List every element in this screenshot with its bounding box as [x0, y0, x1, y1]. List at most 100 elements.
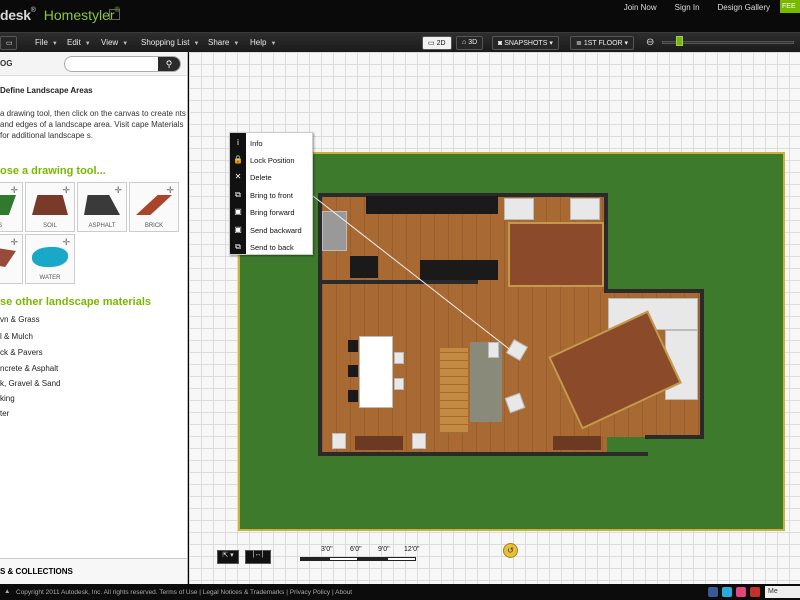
material-water[interactable]: ter	[0, 409, 9, 418]
menu-view[interactable]: View ▼	[101, 38, 128, 47]
menu-edit[interactable]: Edit ▼	[67, 38, 91, 47]
grass-swatch	[0, 195, 16, 215]
dining-chair[interactable]	[348, 365, 358, 377]
brick-swatch	[136, 195, 172, 215]
menu-help-label: Help	[250, 38, 267, 47]
youtube-icon[interactable]	[750, 587, 760, 597]
scale-segment	[387, 557, 416, 561]
context-menu-send-to-back[interactable]: ⧉ Send to back	[230, 239, 314, 256]
tool-soil[interactable]: ✛ SOIL	[25, 182, 75, 232]
kitchen-island[interactable]	[420, 260, 498, 280]
tool-label: SS	[0, 223, 22, 229]
search-icon[interactable]: ⚲	[158, 57, 180, 71]
armchair[interactable]	[570, 198, 600, 220]
menu-share[interactable]: Share ▼	[208, 38, 239, 47]
console-table[interactable]	[553, 436, 601, 450]
window-toggle-icon[interactable]	[109, 9, 120, 20]
design-gallery-link[interactable]: Design Gallery	[718, 3, 770, 12]
fridge[interactable]	[322, 211, 347, 251]
send-backward-label: Send backward	[250, 226, 302, 235]
tool-grass[interactable]: ✛ SS	[0, 182, 23, 232]
section-description: a drawing tool, then click on the canvas…	[0, 109, 186, 140]
chevron-down-icon: ▼	[233, 41, 240, 47]
join-now-link[interactable]: Join Now	[624, 3, 657, 12]
lock-position-label: Lock Position	[250, 156, 295, 165]
chevron-down-icon: ▼	[122, 41, 129, 47]
dining-chair[interactable]	[394, 352, 404, 364]
bring-forward-icon: ▣	[234, 207, 242, 216]
context-menu-send-backward[interactable]: ▣ Send backward	[230, 222, 314, 239]
living-north-wall	[604, 289, 704, 293]
asphalt-swatch	[84, 195, 120, 215]
send-to-back-icon: ⧉	[235, 242, 241, 251]
plus-icon: ✛	[166, 185, 174, 195]
range-oven[interactable]	[350, 256, 378, 278]
tool-brick[interactable]: ✛ BRICK	[129, 182, 179, 232]
menu-help[interactable]: Help ▼	[250, 38, 276, 47]
dining-chair[interactable]	[394, 378, 404, 390]
pan-tool-button[interactable]: ⇱ ▾	[217, 550, 239, 564]
snapshots-button[interactable]: ◙ SNAPSHOTS ▾	[492, 36, 559, 50]
material-lawn-grass[interactable]: vn & Grass	[0, 315, 40, 324]
bring-forward-label: Bring forward	[250, 208, 295, 217]
zoom-slider-thumb[interactable]	[676, 36, 683, 46]
tool-rock[interactable]: ✛K	[0, 234, 23, 284]
plus-icon: ✛	[10, 237, 18, 247]
flickr-icon[interactable]	[736, 587, 746, 597]
dining-chair[interactable]	[348, 390, 358, 402]
context-menu-lock-position[interactable]: 🔒 Lock Position	[230, 152, 314, 169]
living-east-wall	[700, 289, 704, 439]
menu-file[interactable]: File ▼	[35, 38, 58, 47]
feedback-button[interactable]: FEE	[780, 0, 800, 13]
context-menu-delete[interactable]: ✕ Delete	[230, 169, 314, 186]
close-icon: ✕	[234, 172, 242, 181]
dining-table[interactable]	[359, 336, 393, 408]
menu-shopping-list[interactable]: Shopping List ▼	[141, 38, 199, 47]
hall-chair[interactable]	[488, 342, 499, 358]
myspace-button[interactable]: Me	[765, 586, 800, 598]
material-concrete-asphalt[interactable]: ncrete & Asphalt	[0, 364, 58, 373]
info-label: Info	[250, 139, 263, 148]
material-soil-mulch[interactable]: l & Mulch	[0, 332, 33, 341]
send-to-back-label: Send to back	[250, 243, 294, 252]
den-rug[interactable]	[508, 222, 604, 287]
app-logo[interactable]: desk® Homestyler®	[0, 7, 120, 23]
sign-in-link[interactable]: Sign In	[675, 3, 700, 12]
collections-tab[interactable]: S & COLLECTIONS	[0, 558, 187, 584]
staircase[interactable]	[440, 348, 468, 433]
tool-water[interactable]: ✛ WATER	[25, 234, 75, 284]
view-3d-button[interactable]: ⌂ 3D	[456, 36, 484, 50]
lock-icon: 🔒	[233, 155, 243, 164]
context-menu-bring-to-front[interactable]: ⧉ Bring to front	[230, 187, 314, 204]
console-table[interactable]	[355, 436, 403, 450]
scale-segment	[358, 557, 387, 561]
product-name: Homestyler	[43, 7, 115, 23]
twitter-icon[interactable]	[722, 587, 732, 597]
dining-chair[interactable]	[348, 340, 358, 352]
tool-label: SOIL	[43, 223, 57, 229]
menu-share-label: Share	[208, 38, 230, 47]
tool-asphalt[interactable]: ✛ ASPHALT	[77, 182, 127, 232]
menu-view-label: View	[101, 38, 119, 47]
materials-heading: se other landscape materials	[0, 296, 152, 308]
context-menu-info[interactable]: i Info	[230, 135, 314, 152]
view-2d-button[interactable]: ▭ 2D	[422, 36, 452, 50]
measure-tool-button[interactable]: |↔|	[245, 550, 271, 564]
facebook-icon[interactable]	[708, 587, 718, 597]
menu-edit-label: Edit	[67, 38, 81, 47]
side-chair[interactable]	[332, 433, 346, 449]
material-brick-pavers[interactable]: ck & Pavers	[0, 348, 43, 357]
panel-tag: OG	[0, 59, 13, 68]
compass-icon[interactable]: ↺	[503, 543, 518, 558]
material-decking[interactable]: king	[0, 394, 15, 403]
context-menu-bring-forward[interactable]: ▣ Bring forward	[230, 204, 314, 221]
search-input[interactable]: ⚲	[64, 56, 181, 72]
kitchen-counter[interactable]	[366, 196, 498, 214]
side-chair[interactable]	[412, 433, 426, 449]
material-rock-gravel-sand[interactable]: k, Gravel & Sand	[0, 379, 60, 388]
zoom-out-icon[interactable]: ⊖	[646, 37, 654, 48]
armchair[interactable]	[504, 198, 534, 220]
context-menu: i Info 🔒 Lock Position ✕ Delete ⧉ Bring to f…	[229, 132, 313, 255]
floor-select[interactable]: ≣ 1ST FLOOR ▾	[570, 36, 635, 50]
panel-toggle-icon[interactable]: ▭	[0, 36, 17, 50]
